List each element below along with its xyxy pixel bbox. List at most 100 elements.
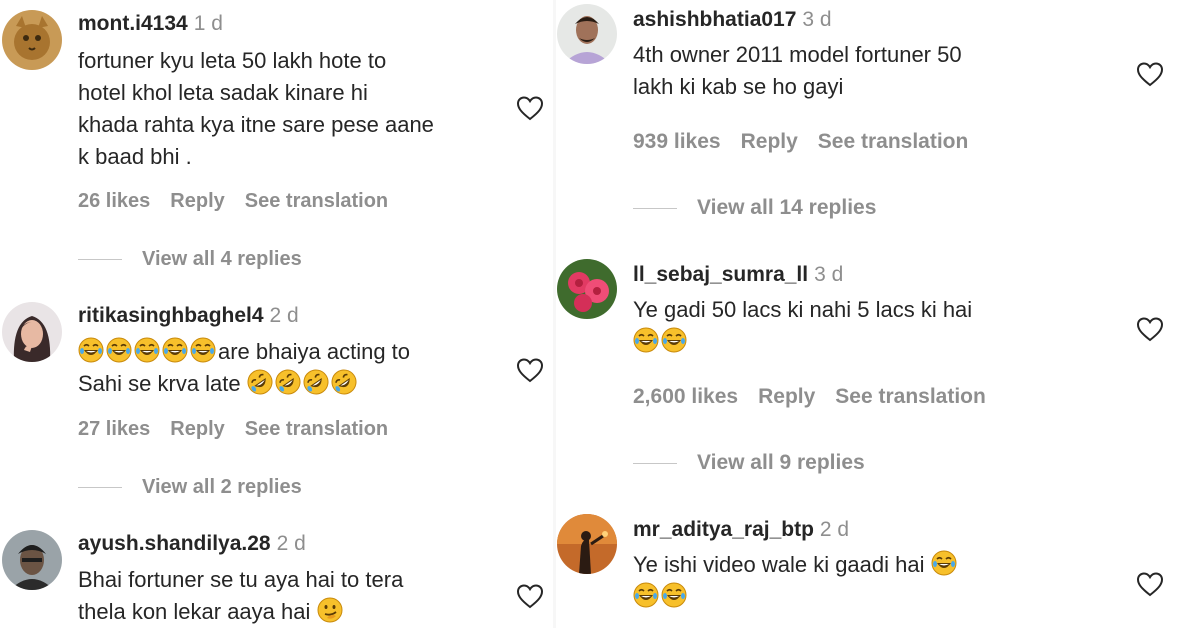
username[interactable]: ll_sebaj_sumra_ll [633,263,808,286]
view-replies-button[interactable]: View all 14 replies [633,196,876,220]
comment-text: 4th owner 2011 model fortuner 50 lakh ki… [633,39,962,103]
comment-text-line: Bhai fortuner se tu aya hai to tera [78,567,404,592]
comment-text-line: lakh ki kab se ho gayi [633,74,844,99]
username[interactable]: mr_aditya_raj_btp [633,518,814,541]
reply-button[interactable]: Reply [741,130,798,153]
username[interactable]: ritikasinghbaghel4 [78,304,264,327]
comment-text-line: Sahi se krva late [78,368,410,400]
likes-count[interactable]: 26 likes [78,190,150,212]
username[interactable]: ashishbhatia017 [633,8,796,31]
comment-actions: 26 likes Reply See translation [78,190,408,213]
likes-count[interactable]: 939 likes [633,130,721,153]
comment-header: ashishbhatia017 3 d [633,6,832,34]
see-translation-button[interactable]: See translation [245,418,388,440]
comment-header: ayush.shandilya.28 2 d [78,530,306,558]
comment-item: ritikasinghbaghel4 2 d are bhaiya acting … [2,302,552,502]
replies-divider-line [633,207,677,209]
left-comment-column: mont.i4134 1 d fortuner kyu leta 50 lakh … [0,0,560,628]
comment-text-fragment: are bhaiya acting to [218,339,411,364]
avatar[interactable] [557,514,617,574]
comment-item: ll_sebaj_sumra_ll 3 d Ye gadi 50 lacs ki … [557,259,1197,484]
avatar[interactable] [2,10,62,70]
comment-header: mr_aditya_raj_btp 2 d [633,516,849,544]
comment-text-line: Ye ishi video wale ki gaadi hai [633,549,959,581]
right-comment-column: ashishbhatia017 3 d 4th owner 2011 model … [556,0,1200,628]
comment-time: 1 d [193,12,223,35]
heart-outline-icon[interactable] [1135,315,1165,343]
replies-divider-line [78,487,122,489]
view-replies-label: View all 14 replies [697,196,877,219]
comment-text: Bhai fortuner se tu aya hai to tera thel… [78,564,403,628]
heart-outline-icon[interactable] [515,356,545,384]
heart-outline-icon[interactable] [515,582,545,610]
comment-header: ll_sebaj_sumra_ll 3 d [633,261,843,289]
comment-text-line: k baad bhi . [78,144,192,169]
comment-time: 2 d [819,518,850,541]
tears-of-joy-emoji [661,327,687,353]
view-replies-button[interactable]: View all 9 replies [633,451,865,475]
tears-of-joy-emoji [661,582,687,608]
see-translation-button[interactable]: See translation [835,385,986,408]
username[interactable]: mont.i4134 [78,12,188,35]
see-translation-button[interactable]: See translation [245,190,388,212]
comment-text-line: fortuner kyu leta 50 lakh hote to [78,48,387,73]
rolling-on-floor-laughing-emoji [247,369,273,395]
comment-time: 2 d [269,304,299,327]
likes-count[interactable]: 2,600 likes [633,385,738,408]
comment-text-line: hotel khol leta sadak kinare hi [78,80,368,105]
view-replies-button[interactable]: View all 4 replies [78,248,302,271]
comment-text-fragment: thela kon lekar aaya hai [78,599,311,624]
comment-item: ashishbhatia017 3 d 4th owner 2011 model … [557,4,1197,229]
comment-text-line [633,326,972,358]
tears-of-joy-emoji [931,550,957,576]
view-replies-button[interactable]: View all 2 replies [78,476,302,499]
replies-divider-line [78,259,122,261]
heart-outline-icon[interactable] [1135,570,1165,598]
reply-button[interactable]: Reply [170,190,224,212]
replies-divider-line [633,462,677,464]
tears-of-joy-emoji [78,337,104,363]
reply-button[interactable]: Reply [170,418,224,440]
avatar[interactable] [2,302,62,362]
tears-of-joy-emoji [190,337,216,363]
avatar[interactable] [557,259,617,319]
heart-outline-icon[interactable] [1135,60,1165,88]
comment-text-fragment: Ye ishi video wale ki gaadi hai [633,552,925,577]
comment-time: 2 d [276,532,306,555]
comment-item: ayush.shandilya.28 2 d Bhai fortuner se t… [2,530,552,628]
comment-text-line: thela kon lekar aaya hai [78,596,403,628]
avatar[interactable] [2,530,62,590]
view-replies-label: View all 4 replies [142,248,302,270]
comment-text-line: Ye gadi 50 lacs ki nahi 5 lacs ki hai [633,297,973,322]
see-translation-button[interactable]: See translation [818,130,969,153]
comment-item: mr_aditya_raj_btp 2 d Ye ishi video wale … [557,514,1197,628]
tears-of-joy-emoji [633,582,659,608]
tears-of-joy-emoji [134,337,160,363]
tears-of-joy-emoji [106,337,132,363]
likes-count[interactable]: 27 likes [78,418,150,440]
comment-text: fortuner kyu leta 50 lakh hote to hotel … [78,45,434,173]
comment-header: mont.i4134 1 d [78,10,223,38]
comment-time: 3 d [814,263,844,286]
avatar[interactable] [557,4,617,64]
comment-text-line: are bhaiya acting to [78,336,410,368]
view-replies-label: View all 9 replies [697,451,865,474]
view-replies-label: View all 2 replies [142,476,302,498]
comment-text: are bhaiya acting to Sahi se krva late [78,336,410,400]
comment-text-line: 4th owner 2011 model fortuner 50 [633,42,962,67]
comment-item: mont.i4134 1 d fortuner kyu leta 50 lakh … [2,10,552,270]
comment-time: 3 d [802,8,832,31]
comment-text-line [633,581,959,613]
heart-outline-icon[interactable] [515,94,545,122]
tears-of-joy-emoji [633,327,659,353]
comment-header: ritikasinghbaghel4 2 d [78,302,299,330]
smirking-face-emoji [317,597,343,623]
comment-actions: 939 likes Reply See translation [633,130,988,154]
comment-text: Ye gadi 50 lacs ki nahi 5 lacs ki hai [633,294,972,358]
comment-actions: 2,600 likes Reply See translation [633,385,1006,409]
username[interactable]: ayush.shandilya.28 [78,532,271,555]
reply-button[interactable]: Reply [758,385,815,408]
comment-text-fragment: Sahi se krva late [78,371,241,396]
rolling-on-floor-laughing-emoji [331,369,357,395]
comment-actions: 27 likes Reply See translation [78,418,408,441]
